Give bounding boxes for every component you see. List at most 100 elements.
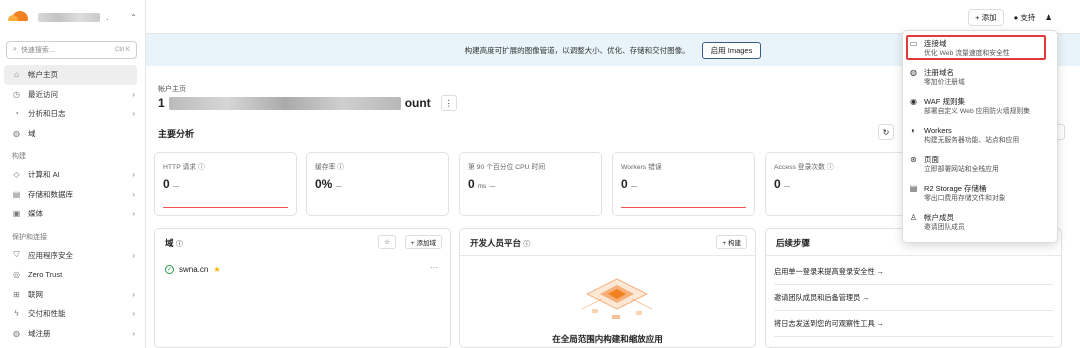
more-options-icon[interactable]: ··· [430,263,438,272]
sidebar-item-network[interactable]: ⊞ 联网 › [0,285,145,305]
card-title: 后续步骤 [776,238,811,248]
zerotrust-icon: ◎ [13,270,20,280]
menu-item-title: 页面 [924,155,939,164]
sidebar-item-label: 媒体 [28,209,43,219]
waf-icon: ◉ [910,97,917,106]
section-protect-label: 保护和连接 [12,233,47,241]
build-button[interactable]: + 构建 [716,235,747,249]
sidebar-item-registrar[interactable]: ◍ 域注册 › [0,324,145,344]
chevron-right-icon: › [132,109,135,119]
storage-icon: ▤ [12,189,21,199]
metric-card-cpu-time[interactable]: 第 90 个百分位 CPU 时间 0 ms — [459,152,602,216]
account-name-dot: . [106,12,109,22]
account-switcher[interactable]: . ⌃ [0,0,145,34]
analytics-title: 主要分析 [158,129,195,139]
next-step-logs[interactable]: 将日志发送到您的可观察性工具 → [774,311,1053,337]
next-step-invite[interactable]: 邀请团队成员和后备管理员 → [774,285,1053,311]
globe-icon: ◍ [13,128,20,138]
dev-caption: 在全局范围内构建和缩放应用 [552,334,663,344]
metric-value: 0% [315,177,333,191]
chevron-right-icon: › [132,209,135,219]
sidebar-item-recent[interactable]: ◷ 最近访问 › [0,85,145,105]
cloudflare-logo-icon [8,11,32,23]
media-icon: ▣ [12,209,21,219]
divider [766,255,1061,256]
menu-item-register-domain[interactable]: ◍ 注册域名 零加价注册域 [909,68,1051,88]
account-name-prefix: 1 [158,96,165,110]
next-step-sso[interactable]: 启用单一登录来提高登录安全性 → [774,259,1053,285]
domains-card: 域 ⓘ ☆ + 添加域 ✓ swna.cn ★ ··· [154,228,451,348]
sidebar-item-account-home[interactable]: ⌂ 帐户主页 [4,65,137,85]
menu-item-subtitle: 零出口费用存储文件和对象 [924,195,1006,202]
user-icon: ♙ [909,213,918,222]
metric-value: 0 [468,177,475,191]
menu-item-workers[interactable]: ◐ Workers 构建无服务器功能、站点和应用 [909,126,1051,146]
menu-item-title: 帐户成员 [924,213,954,222]
metric-label: Access 登录次数 [774,164,825,171]
star-filter-button[interactable]: ☆ [378,235,396,249]
refresh-button[interactable]: ↻ [878,124,894,140]
star-outline-icon: ☆ [384,239,390,246]
menu-item-subtitle: 部署自定义 Web 应用防火墙规则集 [924,108,1030,115]
enable-images-button[interactable]: 启用 Images [701,41,762,59]
metric-card-workers-errors[interactable]: Workers 错误 0 — [612,152,755,216]
sidebar-item-domains[interactable]: ◍ 域 [0,124,145,144]
sidebar-item-compute[interactable]: ◇ 计算和 AI › [0,165,145,185]
sidebar-item-label: 应用程序安全 [28,250,73,260]
divider [460,255,755,256]
globe-icon: ◍ [13,328,20,338]
metric-value: 0 [621,177,628,191]
sidebar-item-app-security[interactable]: ⛉ 应用程序安全 › [0,246,145,266]
info-icon: ⓘ [826,164,834,171]
metric-unit: ms [478,184,487,190]
info-icon: ⓘ [198,164,205,171]
metric-trend: — [631,184,638,190]
card-title: 开发人员平台 [470,238,522,248]
metric-card-cache-rate[interactable]: 缓存率 ⓘ 0% — [306,152,449,216]
sidebar-item-zero-trust[interactable]: ◎ Zero Trust [0,265,145,285]
menu-item-pages[interactable]: ⊛ 页面 立即部署网站和全栈应用 [909,155,1051,175]
metric-card-http-requests[interactable]: HTTP 请求 ⓘ 0 — [154,152,297,216]
domain-name[interactable]: swna.cn [179,265,208,274]
chevron-right-icon: › [132,89,135,99]
metric-trend: — [173,184,180,190]
sidebar-item-analytics[interactable]: ◔ 分析和日志 › [0,104,145,124]
menu-item-waf-ruleset[interactable]: ◉ WAF 规则集 部署自定义 Web 应用防火墙规则集 [909,97,1051,117]
sidebar-item-delivery[interactable]: ϟ 交付和性能 › [0,304,145,324]
refresh-icon: ↻ [882,127,890,137]
add-button[interactable]: + 添加 [968,9,1004,26]
sidebar-item-label: 域注册 [28,328,51,338]
sidebar: . ⌃ ⌕ 快速搜索... Ctrl K ⌂ 帐户主页 ◷ 最近访问 › ◔ 分… [0,0,146,348]
account-home-label: 帐户主页 [158,86,186,93]
compute-icon: ◇ [13,170,20,180]
menu-item-subtitle: 构建无服务器功能、站点和应用 [924,137,1020,144]
support-button[interactable]: ● 支持 [1014,12,1036,23]
menu-item-account-members[interactable]: ♙ 帐户成员 邀请团队成员 [909,213,1051,233]
metric-sparkline [621,207,746,208]
metric-card-access-logins[interactable]: Access 登录次数 ⓘ 0 — [765,152,908,216]
isometric-illustration-icon [581,278,653,319]
sidebar-item-label: 帐户主页 [28,70,58,80]
menu-item-title: Workers [924,126,952,135]
account-menu-button[interactable]: ⋮ [440,95,457,111]
network-icon: ⊞ [13,289,20,299]
add-domain-button[interactable]: + 添加域 [404,235,442,249]
star-icon[interactable]: ★ [213,265,220,274]
chevron-right-icon: › [132,309,135,319]
sidebar-item-storage[interactable]: ▤ 存储和数据库 › [0,185,145,205]
search-placeholder: 快速搜索... [20,47,55,54]
sidebar-item-media[interactable]: ▣ 媒体 › [0,204,145,224]
card-title: 域 [165,238,174,248]
sidebar-item-label: 联网 [28,289,43,299]
pages-icon: ⊛ [910,155,917,164]
metric-trend: — [489,184,496,190]
domain-row[interactable]: ✓ swna.cn ★ [165,265,221,274]
search-icon: ⌕ [13,46,17,53]
menu-item-r2-bucket[interactable]: ▤ R2 Storage 存储桶 零出口费用存储文件和对象 [909,184,1051,204]
user-icon[interactable]: ♟ [1045,13,1052,22]
home-icon: ⌂ [14,70,19,80]
search-input[interactable]: ⌕ 快速搜索... Ctrl K [6,41,137,59]
account-title: 1 ount ⋮ [158,95,457,111]
chevron-right-icon: › [132,250,135,260]
menu-item-subtitle: 零加价注册域 [924,79,965,86]
